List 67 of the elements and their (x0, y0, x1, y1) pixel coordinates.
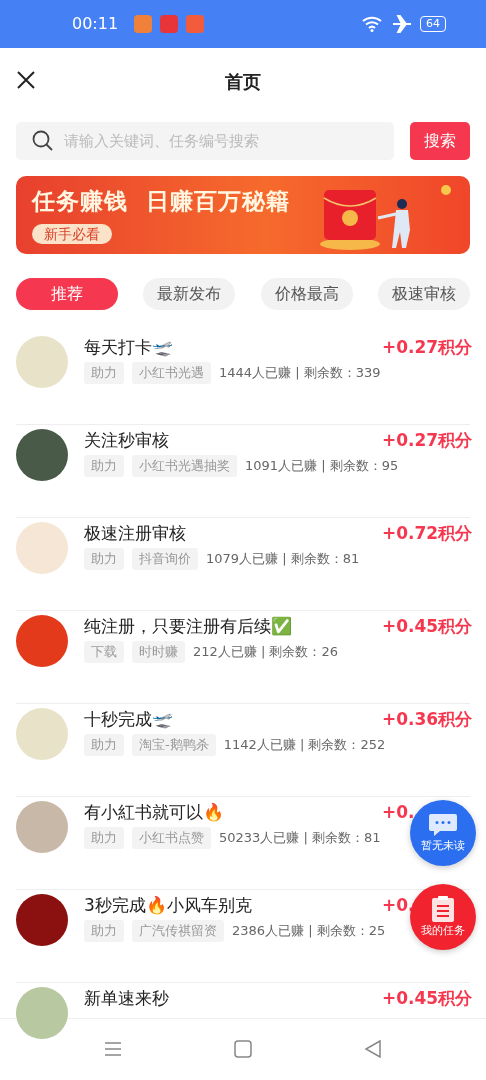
task-tag: 助力 (84, 920, 124, 942)
task-reward: +0.45积分 (382, 988, 473, 1008)
home-icon[interactable] (234, 1039, 252, 1058)
avatar-photo-placeholder (16, 336, 68, 388)
task-tag: 助力 (84, 827, 124, 849)
airplane-icon (392, 15, 412, 33)
task-tag: 助力 (84, 734, 124, 756)
task-stats: 50233人已赚 | 剩余数：81 (219, 829, 381, 847)
banner-tag: 新手必看 (32, 224, 112, 245)
task-title[interactable]: 3秒完成🔥小风车别克 (84, 894, 252, 916)
task-stats: 1079人已赚 | 剩余数：81 (206, 550, 360, 568)
task-tag: 广汽传祺留资 (132, 920, 224, 942)
task-tag: 助力 (84, 548, 124, 570)
task-stats: 1091人已赚 | 剩余数：95 (245, 457, 399, 475)
close-icon[interactable] (16, 70, 36, 90)
search-button[interactable]: 搜索 (410, 122, 470, 160)
task-stats: 1142人已赚 | 剩余数：252 (223, 736, 386, 754)
avatar-photo-placeholder (16, 894, 68, 946)
promo-banner[interactable]: 任务赚钱 日赚百万秘籍 新手必看 (16, 176, 470, 254)
task-tag: 助力 (84, 455, 124, 477)
task-stats: 2386人已赚 | 剩余数：25 (232, 922, 386, 940)
task-tag: 淘宝-鹅鸭杀 (132, 734, 216, 756)
task-tag: 助力 (84, 362, 124, 384)
task-reward: +0.36积分 (382, 709, 473, 729)
filter-tab[interactable]: 最新发布 (143, 278, 236, 310)
avatar-photo-placeholder (16, 708, 68, 760)
clipboard-icon (430, 895, 456, 924)
task-reward: +0.72积分 (382, 523, 473, 543)
floating-action-button[interactable]: 我的任务 (410, 884, 476, 950)
app-notification-icon (160, 15, 179, 33)
task-stats: 1444人已赚 | 剩余数：339 (219, 364, 381, 382)
app-notification-icon (186, 15, 205, 33)
battery-indicator: 64 (420, 16, 446, 32)
status-time: 00:11 (72, 13, 119, 35)
menu-icon[interactable] (104, 1040, 122, 1057)
task-stats: 212人已赚 | 剩余数：26 (193, 643, 338, 661)
avatar-photo-placeholder (16, 987, 68, 1039)
task-tag: 抖音询价 (132, 548, 198, 570)
task-title[interactable]: 十秒完成🛫 (84, 708, 173, 730)
task-tag: 下载 (84, 641, 124, 663)
task-tag: 小红书光遇抽奖 (132, 455, 237, 477)
back-icon[interactable] (364, 1039, 382, 1058)
task-title[interactable]: 关注秒审核 (84, 429, 169, 451)
task-title[interactable]: 纯注册，只要注册有后续✅ (84, 615, 292, 637)
task-title[interactable]: 新单速来秒 (84, 987, 169, 1009)
filter-tab[interactable]: 推荐 (16, 278, 118, 310)
task-reward: +0.45积分 (382, 616, 473, 636)
task-tag: 小红书光遇 (132, 362, 211, 384)
task-reward: +0.27积分 (382, 337, 473, 357)
wifi-icon (362, 16, 384, 32)
avatar-photo-placeholder (16, 522, 68, 574)
avatar-photo-placeholder (16, 429, 68, 481)
task-title[interactable]: 有小紅书就可以🔥 (84, 801, 224, 823)
filter-tab[interactable]: 价格最高 (260, 278, 353, 310)
chat-bubble-icon (428, 812, 458, 839)
page-title: 首页 (225, 69, 261, 94)
task-reward: +0.27积分 (382, 430, 473, 450)
filter-tab[interactable]: 极速审核 (378, 278, 470, 310)
avatar-photo-placeholder (16, 801, 68, 853)
task-tag: 时时赚 (132, 641, 185, 663)
task-title[interactable]: 极速注册审核 (84, 522, 186, 544)
banner-headline: 任务赚钱 日赚百万秘籍 (32, 186, 290, 216)
app-notification-icon (134, 15, 153, 33)
task-title[interactable]: 每天打卡🛫 (84, 336, 173, 358)
search-icon (32, 130, 54, 152)
avatar-photo-placeholder (16, 615, 68, 667)
task-tag: 小红书点赞 (132, 827, 211, 849)
